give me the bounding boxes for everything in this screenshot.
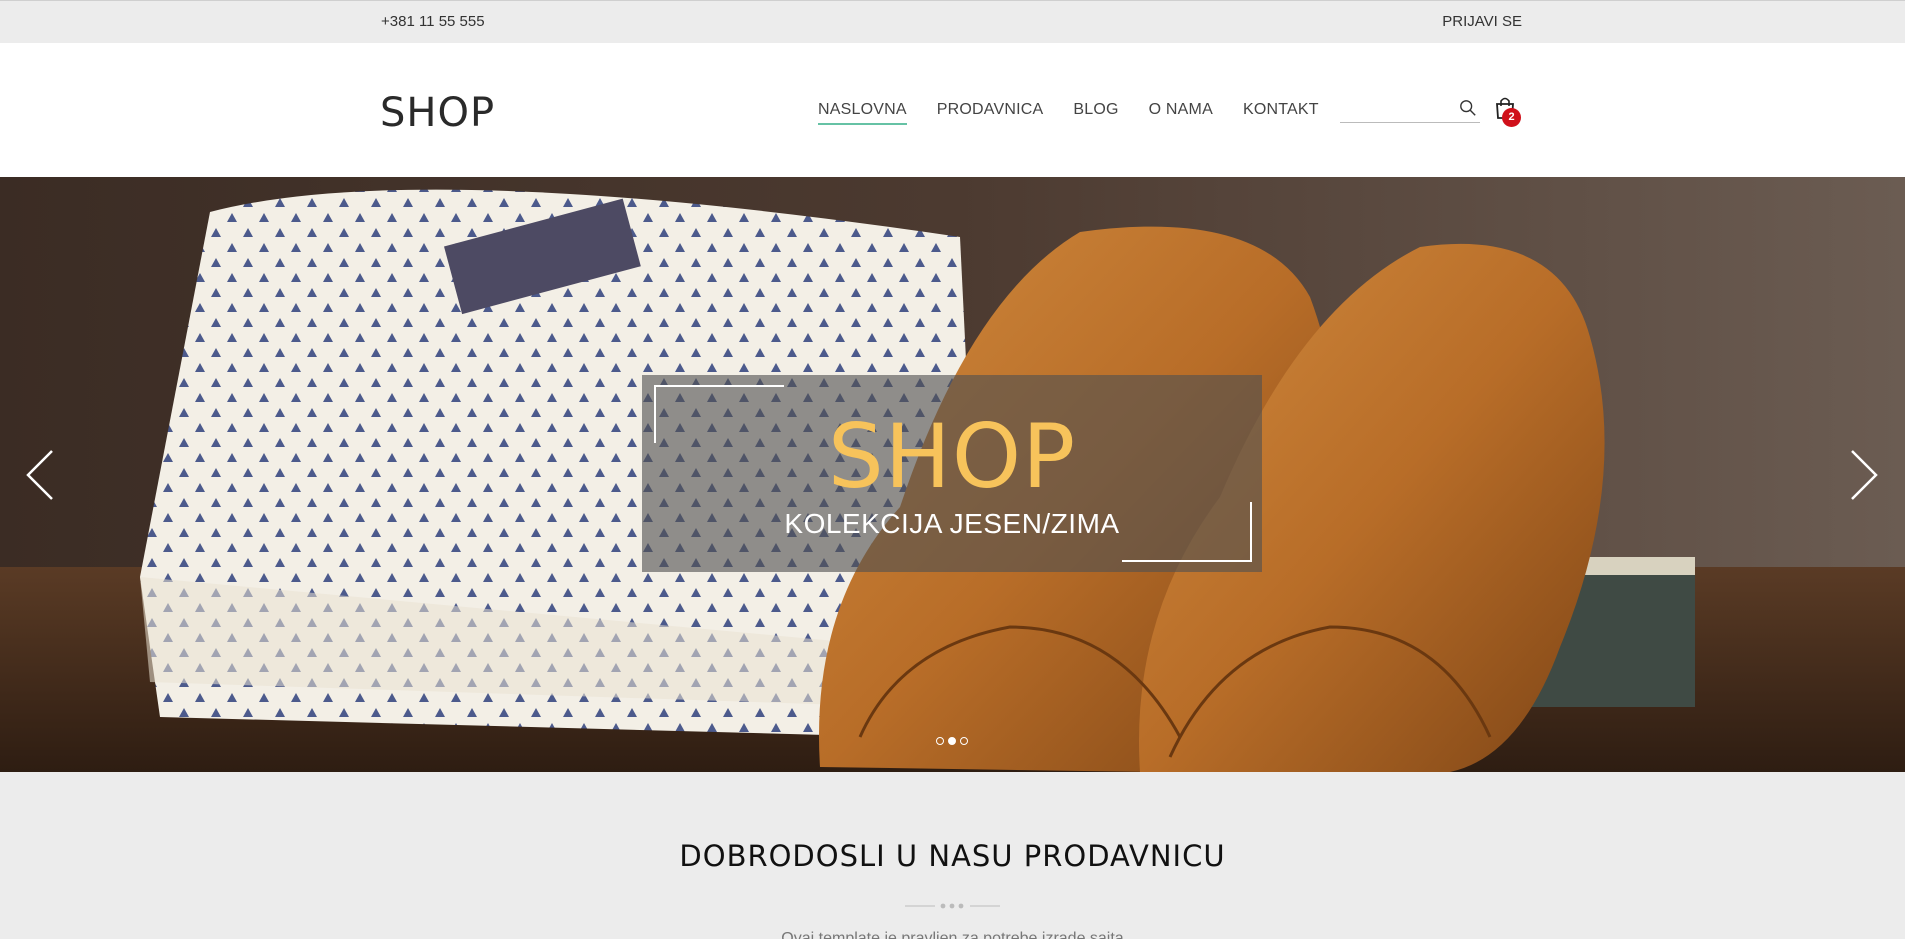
nav-item-o-nama[interactable]: O NAMA — [1149, 101, 1213, 125]
login-link[interactable]: PRIJAVI SE — [1442, 13, 1522, 30]
main-nav: NASLOVNA PRODAVNICA BLOG O NAMA KONTAKT — [818, 101, 1349, 125]
header: SHOP NASLOVNA PRODAVNICA BLOG O NAMA KON… — [0, 43, 1905, 177]
nav-item-blog[interactable]: BLOG — [1073, 101, 1118, 125]
hero-subtitle: KOLEKCIJA JESEN/ZIMA — [784, 508, 1120, 539]
search-input[interactable] — [1340, 97, 1450, 121]
chevron-left-icon[interactable] — [22, 447, 62, 503]
slider-dots — [936, 737, 968, 745]
welcome-heading: DOBRODOSLI U NASU PRODAVNICU — [679, 839, 1226, 873]
slider-dot[interactable] — [936, 737, 944, 745]
search-icon[interactable] — [1459, 99, 1477, 117]
logo[interactable]: SHOP — [380, 90, 495, 136]
cart-button[interactable]: 2 — [1494, 96, 1521, 127]
dotted-divider — [905, 903, 1000, 909]
phone-number: +381 11 55 555 — [381, 13, 485, 30]
welcome-section: DOBRODOSLI U NASU PRODAVNICU Ovaj templa… — [0, 772, 1905, 939]
hero-title: SHOP — [827, 405, 1077, 508]
search-box — [1340, 97, 1480, 123]
hero-slider: SHOP KOLEKCIJA JESEN/ZIMA — [0, 177, 1905, 772]
welcome-intro-text: Ovaj template je pravljen za potrebe izr… — [781, 930, 1124, 939]
nav-item-kontakt[interactable]: KONTAKT — [1243, 101, 1319, 125]
nav-item-prodavnica[interactable]: PRODAVNICA — [937, 101, 1044, 125]
nav-item-naslovna[interactable]: NASLOVNA — [818, 101, 907, 125]
chevron-right-icon[interactable] — [1842, 447, 1882, 503]
cart-count-badge: 2 — [1502, 108, 1521, 127]
slider-dot[interactable] — [960, 737, 968, 745]
hero-caption: SHOP KOLEKCIJA JESEN/ZIMA — [642, 375, 1262, 572]
top-bar: +381 11 55 555 PRIJAVI SE — [0, 0, 1905, 43]
slider-dot-active[interactable] — [948, 737, 956, 745]
